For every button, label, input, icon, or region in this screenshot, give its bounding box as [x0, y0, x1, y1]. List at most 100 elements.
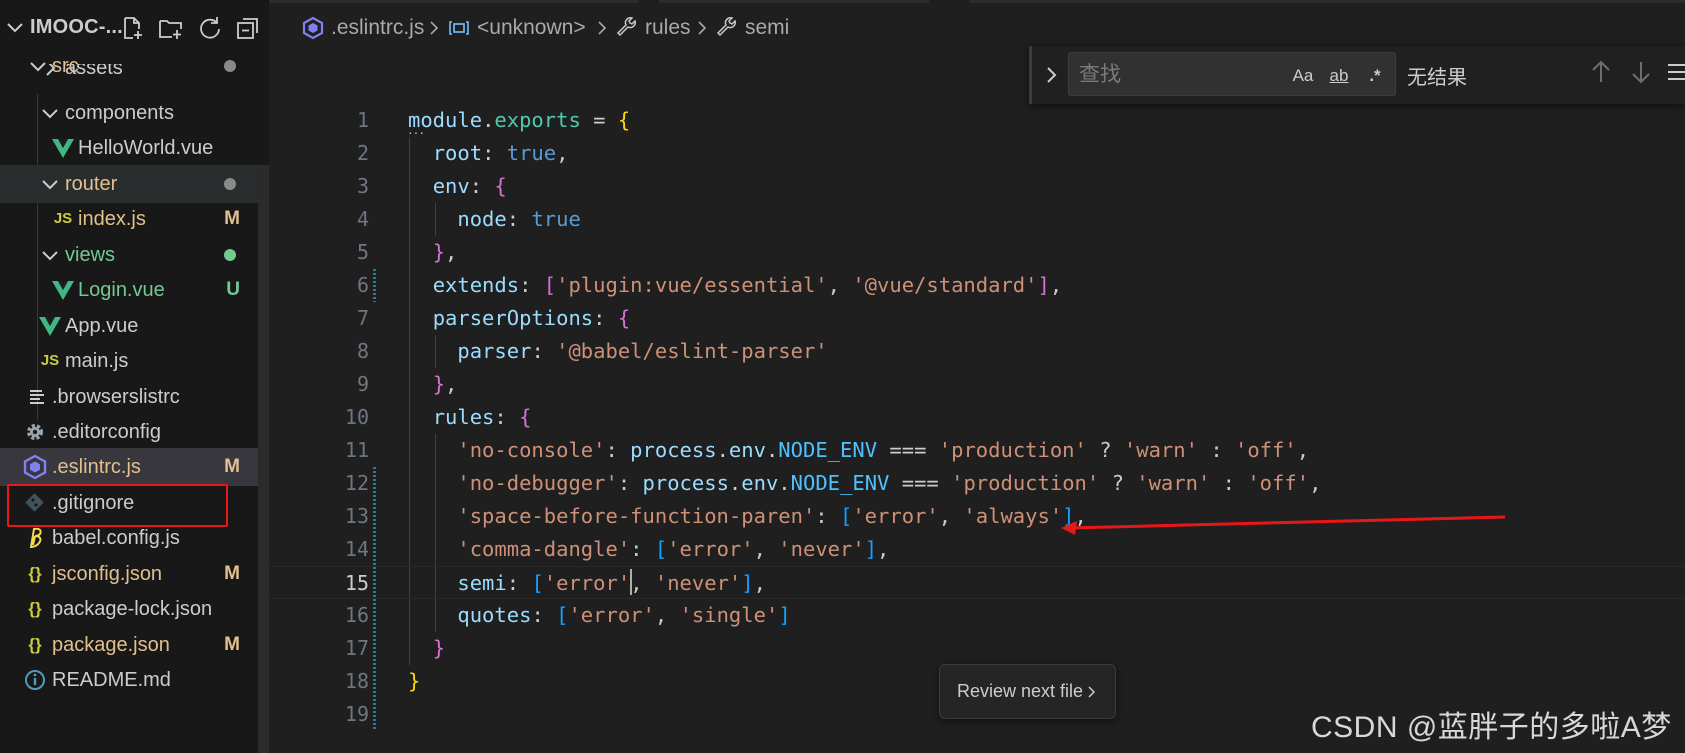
tree-item-browserslistrc[interactable]: .browserslistrc: [0, 378, 258, 416]
git-status-modified: M: [224, 456, 240, 477]
vue-file-icon: [52, 281, 74, 300]
code-line[interactable]: 6 extends: ['plugin:vue/essential', '@vu…: [269, 269, 1685, 302]
find-widget: Aa ab .* 无结果: [1029, 46, 1685, 104]
code-line[interactable]: 12 'no-debugger': process.env.NODE_ENV =…: [269, 467, 1685, 500]
line-number: 10: [344, 405, 369, 429]
code-text: }: [408, 669, 421, 693]
review-next-file-button[interactable]: Review next file: [939, 664, 1116, 719]
wrench-icon: [616, 17, 636, 37]
tree-item-app-vue[interactable]: App.vue: [0, 307, 258, 345]
line-number: 17: [344, 636, 369, 660]
line-number: 12: [344, 471, 369, 495]
line-number: 1: [356, 108, 369, 132]
tree-item-router[interactable]: router: [0, 165, 258, 203]
regex-toggle[interactable]: .*: [1361, 63, 1389, 89]
code-line[interactable]: 1 module.exports = {: [269, 104, 1685, 137]
code-text: extends: ['plugin:vue/essential', '@vue/…: [432, 273, 1063, 297]
arrow-down-icon[interactable]: [1627, 58, 1655, 86]
code-text: node: true: [457, 207, 581, 231]
breadcrumb-file[interactable]: .eslintrc.js: [331, 14, 424, 42]
sidebar-scrollbar[interactable]: [258, 165, 269, 753]
tree-item-main-js[interactable]: JS main.js: [0, 342, 258, 380]
tree-item-jsconfig-json[interactable]: {} jsconfig.json M: [0, 555, 258, 593]
match-case-toggle[interactable]: Aa: [1289, 63, 1317, 89]
json-file-icon: {}: [28, 599, 42, 618]
tree-item-index-js[interactable]: JS index.js M: [0, 200, 258, 238]
eslint-icon: [23, 454, 47, 480]
tree-item-package-json[interactable]: {} package.json M: [0, 626, 258, 664]
tree-item-components[interactable]: components: [0, 94, 258, 132]
code-line[interactable]: 2 root: true,: [269, 137, 1685, 170]
text-cursor: [630, 569, 633, 595]
arrow-up-icon[interactable]: [1587, 58, 1615, 86]
breadcrumb-semi[interactable]: semi: [745, 14, 789, 42]
tree-item-package-lock-json[interactable]: {} package-lock.json: [0, 590, 258, 628]
tree-item-editorconfig[interactable]: .editorconfig: [0, 413, 258, 451]
symbol-variable-icon: [449, 21, 469, 35]
code-line[interactable]: 8 parser: '@babel/eslint-parser': [269, 335, 1685, 368]
line-number: 9: [356, 372, 369, 396]
chevron-down-icon: [42, 251, 58, 261]
chevron-right-icon: [46, 64, 56, 76]
find-input-box: Aa ab .*: [1068, 52, 1396, 96]
info-icon: [25, 670, 45, 690]
tree-item-label: .browserslistrc: [52, 386, 180, 408]
code-line[interactable]: 5 },: [269, 236, 1685, 269]
code-line[interactable]: 11 'no-console': process.env.NODE_ENV ==…: [269, 434, 1685, 467]
review-next-file-label: Review next file: [957, 681, 1084, 701]
workspace-title[interactable]: IMOOC-...: [30, 16, 123, 39]
line-number: 11: [344, 438, 369, 462]
chevron-right-icon[interactable]: [1040, 62, 1064, 88]
chevron-down-icon[interactable]: [4, 16, 26, 38]
tree-item-helloworld-vue[interactable]: HelloWorld.vue: [0, 129, 258, 167]
code-line[interactable]: 3 env: {: [269, 170, 1685, 203]
new-folder-icon[interactable]: [157, 14, 185, 42]
refresh-icon[interactable]: [196, 14, 224, 42]
js-file-icon: JS: [40, 352, 60, 369]
new-file-icon[interactable]: [118, 14, 146, 42]
tree-item-login-vue[interactable]: Login.vue U: [0, 271, 258, 309]
tree-item-label: package-lock.json: [52, 598, 213, 620]
whole-word-toggle[interactable]: ab: [1325, 63, 1353, 89]
tree-item-label: App.vue: [65, 315, 139, 337]
git-status-modified: M: [224, 563, 240, 584]
code-line[interactable]: 4 node: true: [269, 203, 1685, 236]
git-status-modified: M: [224, 208, 240, 229]
code-line[interactable]: 14 'comma-dangle': ['error', 'never'],: [269, 533, 1685, 566]
code-text: semi: ['error', 'never'],: [457, 571, 766, 595]
collapse-all-icon[interactable]: [234, 14, 262, 42]
line-number: 13: [344, 504, 369, 528]
tree-item-views[interactable]: views: [0, 236, 258, 274]
code-editor: .eslintrc.js <unknown> rules semi ··· 1m…: [269, 0, 1685, 753]
tree-item-label: Login.vue: [78, 279, 165, 301]
tree-item-label: main.js: [65, 350, 129, 372]
code-line[interactable]: 16 quotes: ['error', 'single']: [269, 599, 1685, 632]
breadcrumb-rules[interactable]: rules: [645, 14, 691, 42]
tree-item-label: views: [65, 244, 116, 266]
code-line[interactable]: 15 semi: ['error', 'never'],: [269, 566, 1685, 599]
find-in-selection-icon[interactable]: [1666, 58, 1685, 86]
code-line[interactable]: 17 }: [269, 632, 1685, 665]
code-text: module.exports = {: [408, 108, 631, 132]
json-file-icon: {}: [28, 564, 42, 583]
code-line[interactable]: 7 parserOptions: {: [269, 302, 1685, 335]
code-line[interactable]: 10 rules: {: [269, 401, 1685, 434]
explorer-sidebar: IMOOC-... src assets components HelloWor…: [0, 0, 269, 753]
tree-item-readme[interactable]: README.md: [0, 661, 258, 699]
gear-icon: [27, 424, 43, 440]
breadcrumb-unknown[interactable]: <unknown>: [477, 14, 586, 42]
tree-item-label: index.js: [78, 208, 146, 230]
line-number: 8: [356, 339, 369, 363]
tree-item-assets[interactable]: assets: [0, 64, 258, 86]
tree-item-label: HelloWorld.vue: [78, 137, 214, 159]
line-number: 16: [344, 603, 369, 627]
line-number: 5: [356, 240, 369, 264]
code-text: quotes: ['error', 'single']: [457, 603, 791, 627]
chevron-right-icon: [698, 21, 707, 35]
find-input[interactable]: [1079, 62, 1279, 88]
code-line[interactable]: 9 },: [269, 368, 1685, 401]
git-status-untracked: U: [226, 279, 240, 300]
code-line[interactable]: 13 'space-before-function-paren': ['erro…: [269, 500, 1685, 533]
tree-item-eslintrc-js[interactable]: .eslintrc.js M: [0, 448, 258, 486]
line-number: 14: [344, 537, 369, 561]
